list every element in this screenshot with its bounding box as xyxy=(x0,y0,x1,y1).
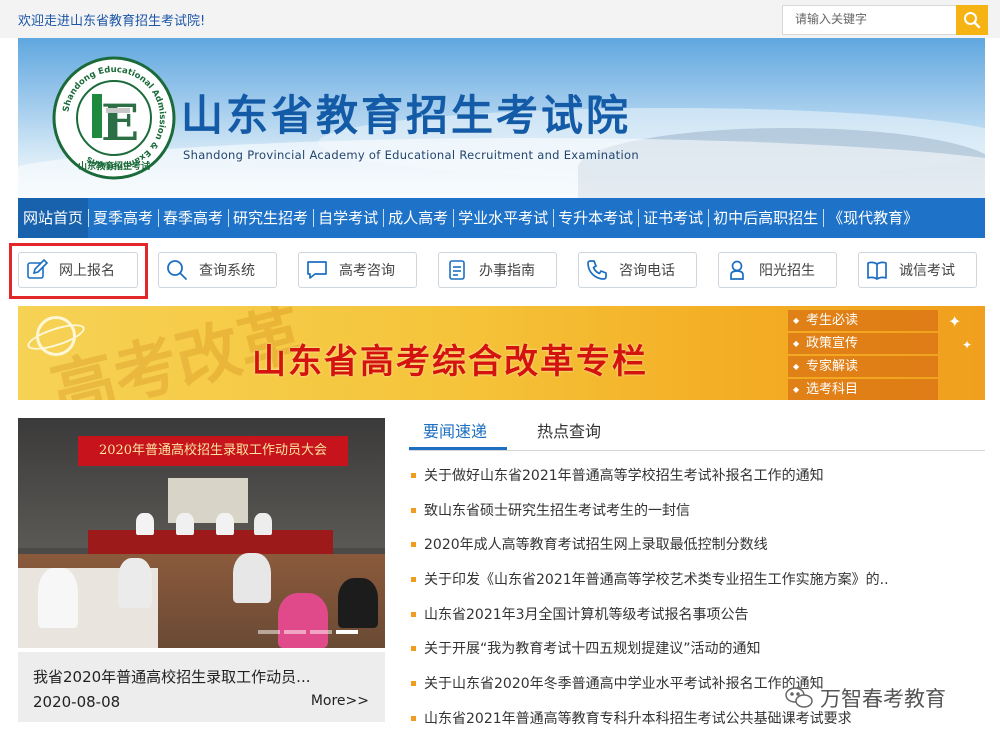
featured-photo[interactable]: 2020年普通高校招生录取工作动员大会 xyxy=(18,418,385,648)
search-box xyxy=(782,5,988,35)
logo-letter: E xyxy=(101,93,139,152)
book-icon xyxy=(867,261,887,280)
carousel-dot[interactable] xyxy=(258,630,280,634)
top-bar: 欢迎走进山东省教育招生考试院! xyxy=(0,0,1000,38)
phone-icon xyxy=(587,260,607,280)
quick-label: 咨询电话 xyxy=(619,263,675,279)
site-title: 山东省教育招生考试院 xyxy=(181,91,632,140)
site-subtitle: Shandong Provincial Academy of Education… xyxy=(183,148,639,162)
quick-label: 诚信考试 xyxy=(899,263,955,279)
quick-label: 查询系统 xyxy=(199,263,255,279)
nav-postgraduate[interactable]: 研究生招考 xyxy=(228,198,313,238)
nav-vocational[interactable]: 初中后高职招生 xyxy=(708,198,823,238)
header-banner: Shandong Educational Admission & Examina… xyxy=(18,38,985,198)
quick-integrity-exam[interactable]: 诚信考试 xyxy=(858,252,977,288)
nav-adult-gaokao[interactable]: 成人高考 xyxy=(383,198,453,238)
nav-summer-gaokao[interactable]: 夏季高考 xyxy=(88,198,158,238)
search-input[interactable] xyxy=(783,6,963,32)
academy-logo[interactable]: Shandong Educational Admission & Examina… xyxy=(52,56,176,180)
featured-date: 2020-08-08 xyxy=(33,693,121,711)
sparkle-icon: ✦ xyxy=(948,312,962,331)
main-nav: 网站首页 夏季高考 春季高考 研究生招考 自学考试 成人高考 学业水平考试 专升… xyxy=(18,198,985,238)
tab-hot-query[interactable]: 热点查询 xyxy=(537,418,601,442)
quick-sunshine-admission[interactable]: 阳光招生 xyxy=(718,252,837,288)
gaokao-reform-banner[interactable]: 高考改革 山东省高考综合改革专栏 ✦ ✦ 考生必读 政策宣传 专家解读 选考科目 xyxy=(18,306,985,400)
nav-self-study[interactable]: 自学考试 xyxy=(313,198,383,238)
tab-news-express[interactable]: 要闻速递 xyxy=(423,418,487,442)
watermark-text: 万智春考教育 xyxy=(820,687,946,711)
quick-label: 阳光招生 xyxy=(759,263,815,279)
photo-meeting-banner: 2020年普通高校招生录取工作动员大会 xyxy=(78,436,348,466)
welcome-text: 欢迎走进山东省教育招生考试院! xyxy=(18,14,206,29)
nav-home[interactable]: 网站首页 xyxy=(18,198,89,238)
sparkle-icon: ✦ xyxy=(962,338,973,352)
carousel-dot-active[interactable] xyxy=(336,630,358,634)
more-link[interactable]: More>> xyxy=(311,693,369,709)
carousel-dot[interactable] xyxy=(284,630,306,634)
news-tabs: 要闻速递 热点查询 xyxy=(409,412,985,451)
search-icon xyxy=(167,260,187,280)
quick-label: 办事指南 xyxy=(479,263,535,279)
quick-label: 高考咨询 xyxy=(339,263,395,279)
nav-modern-education[interactable]: 《现代教育》 xyxy=(823,198,923,238)
quick-hotline[interactable]: 咨询电话 xyxy=(578,252,697,288)
highlight-box xyxy=(9,243,148,299)
chat-bubble-icon xyxy=(307,261,327,279)
promo-link-must-read[interactable]: 考生必读 xyxy=(788,310,938,331)
news-item[interactable]: 致山东省硕士研究生招生考试考生的一封信 xyxy=(409,496,985,531)
tab-active-indicator xyxy=(409,447,507,450)
search-icon xyxy=(964,12,981,29)
news-item[interactable]: 山东省2021年3月全国计算机等级考试报名事项公告 xyxy=(409,600,985,635)
search-button[interactable] xyxy=(956,5,988,35)
quick-query-system[interactable]: 查询系统 xyxy=(158,252,277,288)
person-icon xyxy=(730,260,744,280)
promo-title: 山东省高考综合改革专栏 xyxy=(252,342,648,382)
watermark: 万智春考教育 xyxy=(784,683,946,713)
wechat-icon xyxy=(785,687,813,708)
nav-certificate[interactable]: 证书考试 xyxy=(638,198,708,238)
nav-academic-test[interactable]: 学业水平考试 xyxy=(453,198,553,238)
nav-upgrade-exam[interactable]: 专升本考试 xyxy=(553,198,638,238)
promo-link-expert[interactable]: 专家解读 xyxy=(788,356,938,377)
promo-links: 考生必读 政策宣传 专家解读 选考科目 xyxy=(788,310,938,400)
promo-link-subjects[interactable]: 选考科目 xyxy=(788,379,938,400)
featured-title[interactable]: 我省2020年普通高校招生录取工作动员... xyxy=(33,666,310,687)
news-item[interactable]: 关于印发《山东省2021年普通高等学校艺术类专业招生工作实施方案》的.. xyxy=(409,565,985,600)
quick-service-guide[interactable]: 办事指南 xyxy=(438,252,557,288)
document-icon xyxy=(449,260,465,280)
nav-spring-gaokao[interactable]: 春季高考 xyxy=(158,198,228,238)
featured-caption: 我省2020年普通高校招生录取工作动员... 2020-08-08 More>> xyxy=(18,652,385,722)
news-item[interactable]: 关于做好山东省2021年普通高等学校招生考试补报名工作的通知 xyxy=(409,461,985,496)
news-item[interactable]: 2020年成人高等教育考试招生网上录取最低控制分数线 xyxy=(409,530,985,565)
carousel-dot[interactable] xyxy=(310,630,332,634)
quick-gaokao-consult[interactable]: 高考咨询 xyxy=(298,252,417,288)
promo-link-policy[interactable]: 政策宣传 xyxy=(788,333,938,354)
carousel-indicators xyxy=(258,630,362,634)
logo-bottom-text: 山东教育招生考试 xyxy=(78,160,150,172)
news-item[interactable]: 关于开展“我为教育考试十四五规划提建议”活动的通知 xyxy=(409,634,985,669)
